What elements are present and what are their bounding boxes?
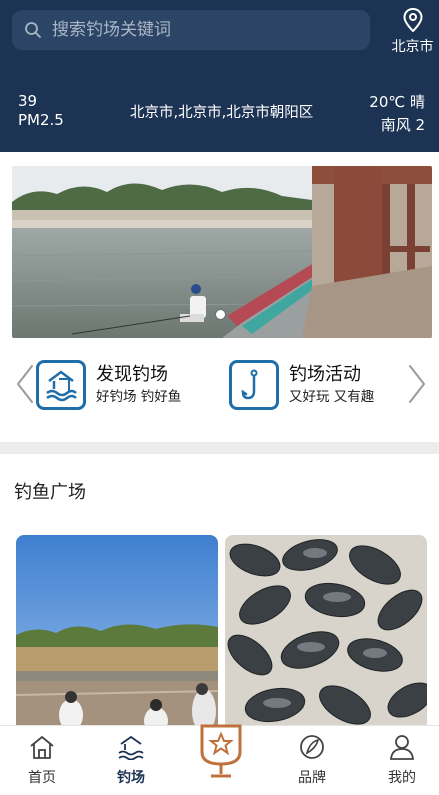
search-bar[interactable] [12,10,370,50]
card-photo [225,535,427,735]
aqi-label: PM2.5 [18,111,64,129]
wind-info: 南风 2 [380,116,425,134]
tab-brand[interactable]: 品牌 [282,734,342,787]
entry-title: 发现钓场 [96,364,168,385]
carousel-indicator[interactable] [216,310,225,319]
entry-title: 钓场活动 [289,364,361,385]
temperature-condition: 20℃ 晴 [369,93,425,111]
city-label: 北京市 [391,39,434,55]
fishing-hook-icon [229,360,279,410]
top-header: 北京市 39 PM2.5 北京市,北京市,北京市朝阳区 20℃ 晴 南风 2 [0,0,439,152]
aqi-value: 39 [18,92,38,110]
location-pin-icon [402,8,423,32]
trophy-icon [200,724,242,778]
tab-label: 钓场 [117,770,145,786]
feed-card[interactable] [225,535,427,735]
fishing-spot-icon [36,360,86,410]
user-icon [390,735,414,760]
section-title: 钓鱼广场 [14,482,86,503]
tab-center[interactable] [196,722,246,782]
entry-subtitle: 好钓场 钓好鱼 [96,389,182,405]
card-photo [16,535,218,735]
tab-home[interactable]: 首页 [12,734,72,787]
home-icon [30,736,54,759]
tab-label: 首页 [28,770,56,786]
air-quality: 39 PM2.5 [18,92,64,130]
chevron-right-icon[interactable] [404,362,430,406]
search-icon [25,22,41,38]
weather-info: 20℃ 晴 南风 2 [369,91,425,137]
entry-subtitle: 又好玩 又有趣 [289,389,375,405]
bottom-tab-bar: 首页 钓场 品牌 我的 [0,722,439,795]
chevron-left-icon[interactable] [12,362,38,406]
entry-spot-activities[interactable]: 钓场活动 又好玩 又有趣 [229,360,374,410]
city-selector[interactable]: 北京市 [386,8,439,56]
feed-card[interactable] [16,535,218,735]
brand-icon [300,735,324,759]
tab-fishing-spots[interactable]: 钓场 [101,734,161,787]
location-text: 北京市,北京市,北京市朝阳区 [130,105,314,121]
tab-label: 品牌 [298,770,326,786]
tab-profile[interactable]: 我的 [372,734,432,787]
entry-discover-spots[interactable]: 发现钓场 好钓场 钓好鱼 [36,360,181,410]
quick-entries: 发现钓场 好钓场 钓好鱼 钓场活动 又好玩 又有趣 [0,354,439,414]
tab-label: 我的 [388,770,416,786]
section-divider [0,442,439,454]
fishing-spot-icon [118,735,144,761]
search-input[interactable] [52,20,342,40]
